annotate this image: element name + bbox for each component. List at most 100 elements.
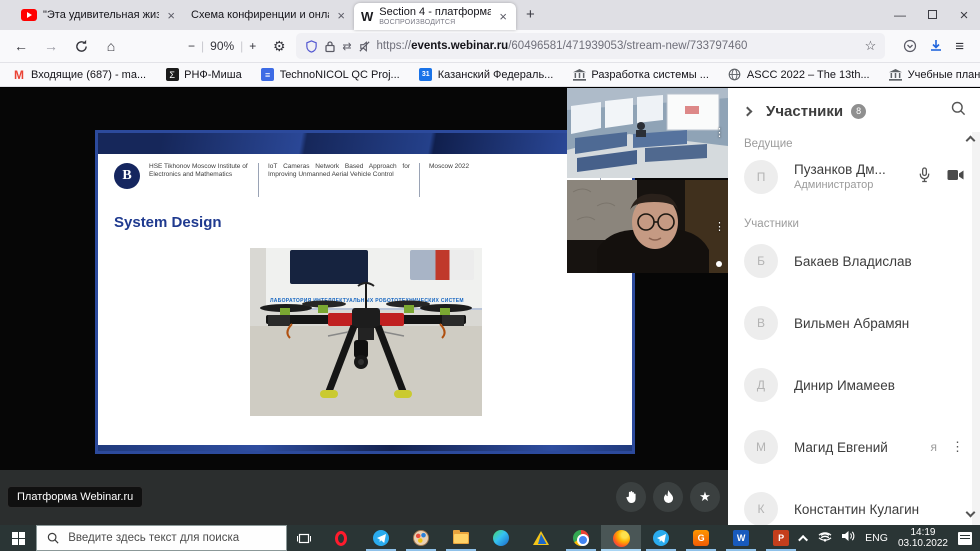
app-firefox-active[interactable] [601, 525, 641, 551]
bookmark-kfu[interactable]: 31 Казанский Федераль... [419, 68, 554, 82]
star-icon: ★ [699, 489, 711, 505]
close-window-button[interactable]: × [948, 7, 980, 24]
bookmark-uchebnye-plany[interactable]: Учебные планы\Обр... [889, 68, 980, 82]
bank-icon [889, 68, 903, 82]
bookmark-technonicol[interactable]: ≡ TechnoNICOL QC Proj... [261, 68, 400, 82]
app-paint[interactable] [401, 525, 441, 551]
bookmark-ascc[interactable]: ASCC 2022 – The 13th... [728, 68, 870, 82]
app-explorer[interactable] [441, 525, 481, 551]
url-text[interactable]: https://events.webinar.ru/60496581/47193… [377, 40, 748, 52]
app-telegram-2[interactable] [641, 525, 681, 551]
search-icon[interactable] [951, 101, 966, 121]
participant-row[interactable]: Д Динир Имамеев [728, 360, 980, 410]
task-view-button[interactable] [287, 525, 321, 551]
app-word[interactable]: W [721, 525, 761, 551]
back-button[interactable]: ← [8, 38, 34, 54]
tab-scheme[interactable]: Схема конфиренции и онлайн × [184, 0, 354, 30]
status-dot [716, 261, 722, 267]
lock-icon[interactable] [324, 40, 336, 53]
status-tooltip: Платформа Webinar.ru [8, 487, 142, 507]
camera-icon[interactable] [947, 168, 964, 186]
clock[interactable]: 14:19 03.10.2022 [898, 527, 948, 550]
video-thumbnail-classroom[interactable]: ⋮ [567, 88, 728, 178]
opera-icon [335, 531, 347, 546]
menu-icon[interactable]: ≡ [955, 38, 964, 55]
presentation-slide[interactable]: B HSE Tikhonov Moscow Institute of Elect… [95, 130, 635, 454]
hosts-section-label: Ведущие [744, 138, 980, 150]
participant-row[interactable]: Б Бакаев Владислав [728, 236, 980, 286]
language-indicator[interactable]: ENG [865, 532, 888, 544]
notification-center-icon[interactable] [958, 532, 972, 545]
wifi-icon[interactable] [818, 529, 832, 547]
zoom-in-button[interactable]: + [249, 39, 256, 53]
volume-icon[interactable] [842, 529, 855, 547]
bookmark-rnf[interactable]: Σ РНФ-Миша [165, 68, 242, 82]
close-icon[interactable]: × [497, 10, 509, 23]
raise-hand-button[interactable] [616, 482, 646, 512]
avatar: М [744, 430, 778, 464]
tab-youtube[interactable]: "Эта удивительная жизнь" - Po × [14, 0, 184, 30]
forward-button[interactable]: → [38, 38, 64, 54]
minimize-button[interactable]: — [884, 8, 916, 22]
taskbar-search[interactable]: Введите здесь текст для поиска [36, 525, 287, 551]
url-bar[interactable]: ⇄ https://events.webinar.ru/60496581/471… [296, 33, 885, 59]
bookmark-razrabotka[interactable]: Разработка системы ... [572, 68, 709, 82]
hand-icon [625, 490, 638, 504]
slide-header-pattern [98, 133, 632, 154]
home-button[interactable]: ⌂ [98, 38, 124, 54]
start-button[interactable] [0, 525, 36, 551]
shield-icon[interactable] [305, 40, 318, 53]
reload-button[interactable] [68, 40, 94, 53]
powerpoint-icon: P [773, 530, 789, 546]
pocket-icon[interactable] [903, 39, 917, 53]
gear-icon[interactable]: ⚙ [266, 38, 292, 55]
download-icon[interactable] [929, 39, 943, 53]
calendar-icon: 31 [419, 68, 432, 81]
classroom-video [567, 88, 728, 178]
app-gom[interactable]: G [681, 525, 721, 551]
fire-reaction-button[interactable] [653, 482, 683, 512]
thumbnail-menu-icon[interactable]: ⋮ [714, 223, 725, 229]
me-label: я [931, 440, 938, 454]
new-tab-button[interactable]: + [516, 0, 545, 30]
collapse-panel-icon[interactable] [743, 106, 753, 116]
participant-row-host[interactable]: П Пузанков Дм... Администратор [728, 152, 980, 202]
fire-icon [663, 490, 674, 504]
star-reaction-button[interactable]: ★ [690, 482, 720, 512]
video-thumbnail-speaker[interactable]: ⋮ [567, 180, 728, 273]
tab-playing-label: ВОСПРОИЗВОДИТСЯ [379, 19, 491, 27]
avatar: Д [744, 368, 778, 402]
participant-row[interactable]: К Константин Кулагин [728, 484, 980, 525]
more-options-icon[interactable]: ⋮ [951, 442, 964, 452]
gmail-icon: M [12, 68, 26, 82]
participant-row-me[interactable]: М Магид Евгений я ⋮ [728, 422, 980, 472]
close-icon[interactable]: × [165, 9, 177, 22]
bookmark-star-icon[interactable]: ☆ [865, 38, 877, 54]
tab-webinar-active[interactable]: W Section 4 - платформа Webinar ВОСПРОИЗ… [354, 3, 516, 30]
globe-icon [728, 68, 742, 82]
app-opera[interactable] [321, 525, 361, 551]
tab-title: "Эта удивительная жизнь" - Po [43, 9, 159, 21]
app-powerpoint[interactable]: P [761, 525, 801, 551]
bookmark-gmail[interactable]: M Входящие (687) - ma... [12, 68, 146, 82]
participant-name: Динир Имамеев [794, 378, 895, 393]
participant-row[interactable]: В Вильмен Абрамян [728, 298, 980, 348]
close-icon[interactable]: × [335, 9, 347, 22]
zoom-out-button[interactable]: − [188, 39, 195, 53]
microphone-icon[interactable] [918, 167, 931, 188]
app-edge[interactable] [481, 525, 521, 551]
app-chrome[interactable] [561, 525, 601, 551]
thumbnail-menu-icon[interactable]: ⋮ [714, 130, 725, 136]
app-affinity[interactable] [521, 525, 561, 551]
panel-scrollbar[interactable] [972, 132, 980, 525]
participant-name: Пузанков Дм... [794, 162, 886, 179]
app-telegram[interactable] [361, 525, 401, 551]
word-icon: W [733, 530, 749, 546]
participants-count-badge: 8 [851, 104, 866, 119]
zoom-control: − | 90% | + [188, 39, 256, 53]
restore-button[interactable] [916, 8, 948, 22]
time: 14:19 [898, 527, 948, 539]
autoplay-blocked-icon[interactable] [358, 40, 371, 53]
zoom-level[interactable]: 90% [210, 39, 234, 53]
permissions-icon[interactable]: ⇄ [342, 40, 351, 53]
